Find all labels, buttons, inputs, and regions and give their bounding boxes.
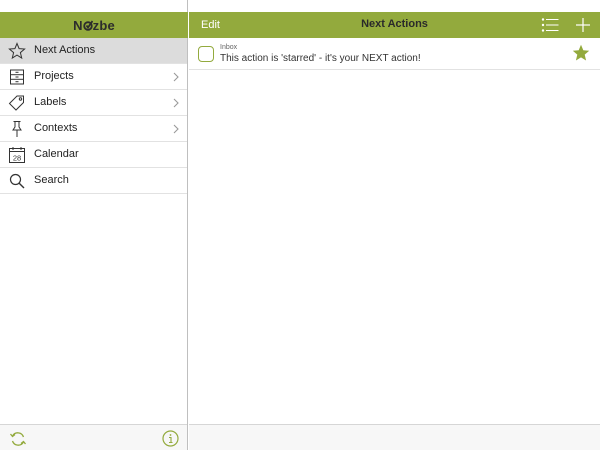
sidebar-item-labels[interactable]: Labels: [0, 90, 187, 116]
nozbe-logo: N zbe: [73, 18, 115, 33]
chevron-right-icon: [173, 98, 179, 108]
calendar-icon-day: 28: [13, 154, 21, 163]
sidebar-footer: [0, 424, 187, 450]
plus-icon[interactable]: [575, 17, 591, 33]
star-outline-icon: [8, 42, 26, 60]
sidebar-item-label: Calendar: [34, 148, 79, 160]
sidebar-item-search[interactable]: Search: [0, 168, 187, 194]
projects-drawer-icon: [10, 69, 24, 85]
logo-check-icon: [82, 19, 93, 31]
sidebar-item-projects[interactable]: Projects: [0, 64, 187, 90]
list-icon[interactable]: [541, 17, 559, 33]
sidebar-item-label: Contexts: [34, 122, 78, 134]
task-project: Inbox: [220, 44, 238, 51]
info-icon[interactable]: [162, 430, 179, 447]
sidebar-item-label: Search: [34, 174, 69, 186]
sidebar-item-contexts[interactable]: Contexts: [0, 116, 187, 142]
star-filled-icon[interactable]: [572, 44, 590, 62]
logo-prefix: N: [73, 17, 83, 33]
status-time: 下午3:43: [286, 2, 314, 9]
main-footer: [189, 424, 600, 450]
sidebar-item-label: Next Actions: [34, 44, 96, 56]
task-checkbox[interactable]: [198, 46, 214, 62]
status-bar: iPad 下午3:43 100%: [0, 0, 600, 12]
sidebar-item-next-actions[interactable]: Next Actions: [0, 38, 187, 64]
main-header: Edit Next Actions: [189, 12, 600, 38]
battery-status: 100%: [562, 0, 598, 12]
task-row[interactable]: Inbox This action is 'starred' - it's yo…: [189, 38, 600, 70]
sidebar-header: N zbe: [0, 12, 188, 38]
page-title: Next Actions: [361, 18, 428, 30]
sync-icon[interactable]: [9, 430, 27, 448]
sidebar-item-label: Projects: [34, 70, 74, 82]
sidebar-item-label: Labels: [34, 96, 67, 108]
sidebar-item-calendar[interactable]: 28 Calendar: [0, 142, 187, 168]
chevron-right-icon: [173, 124, 179, 134]
calendar-icon: 28: [9, 147, 25, 163]
sidebar-nav: Next Actions Projects Labels Contexts 28…: [0, 38, 187, 194]
sidebar: N zbe Next Actions Projects Labels Conte…: [0, 0, 188, 450]
battery-icon: [583, 3, 598, 9]
battery-percent: 100%: [562, 2, 580, 9]
pushpin-icon: [12, 121, 22, 137]
tag-icon: [8, 95, 24, 111]
search-icon: [9, 173, 25, 189]
chevron-right-icon: [173, 72, 179, 82]
task-title: This action is 'starred' - it's your NEX…: [220, 53, 421, 64]
logo-suffix: zbe: [92, 17, 115, 33]
